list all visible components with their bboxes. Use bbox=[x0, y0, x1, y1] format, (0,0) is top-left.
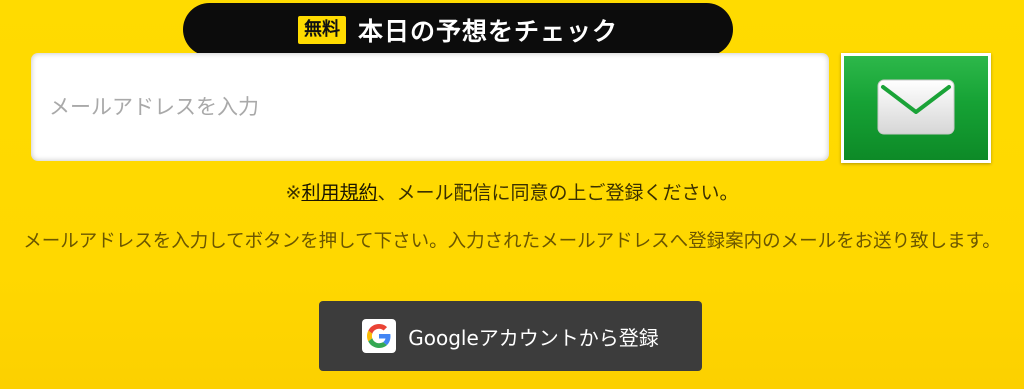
email-input[interactable] bbox=[31, 53, 829, 161]
terms-suffix: 、メール配信に同意の上ご登録ください。 bbox=[377, 182, 739, 204]
terms-prefix: ※ bbox=[285, 182, 302, 204]
google-signup-button[interactable]: Googleアカウントから登録 bbox=[319, 301, 702, 371]
email-submit-button[interactable] bbox=[841, 53, 991, 163]
banner-title: 本日の予想をチェック bbox=[357, 16, 618, 46]
google-icon bbox=[362, 319, 397, 353]
mail-icon bbox=[877, 79, 955, 138]
terms-link[interactable]: 利用規約 bbox=[301, 182, 377, 204]
campaign-banner: 無料 本日の予想をチェック bbox=[183, 3, 733, 72]
terms-notice: ※利用規約、メール配信に同意の上ご登録ください。 bbox=[0, 178, 1024, 205]
google-button-label: Googleアカウントから登録 bbox=[408, 325, 659, 350]
instructions-text: メールアドレスを入力してボタンを押して下さい。入力されたメールアドレスへ登録案内… bbox=[23, 231, 1001, 252]
free-badge: 無料 bbox=[297, 15, 346, 44]
